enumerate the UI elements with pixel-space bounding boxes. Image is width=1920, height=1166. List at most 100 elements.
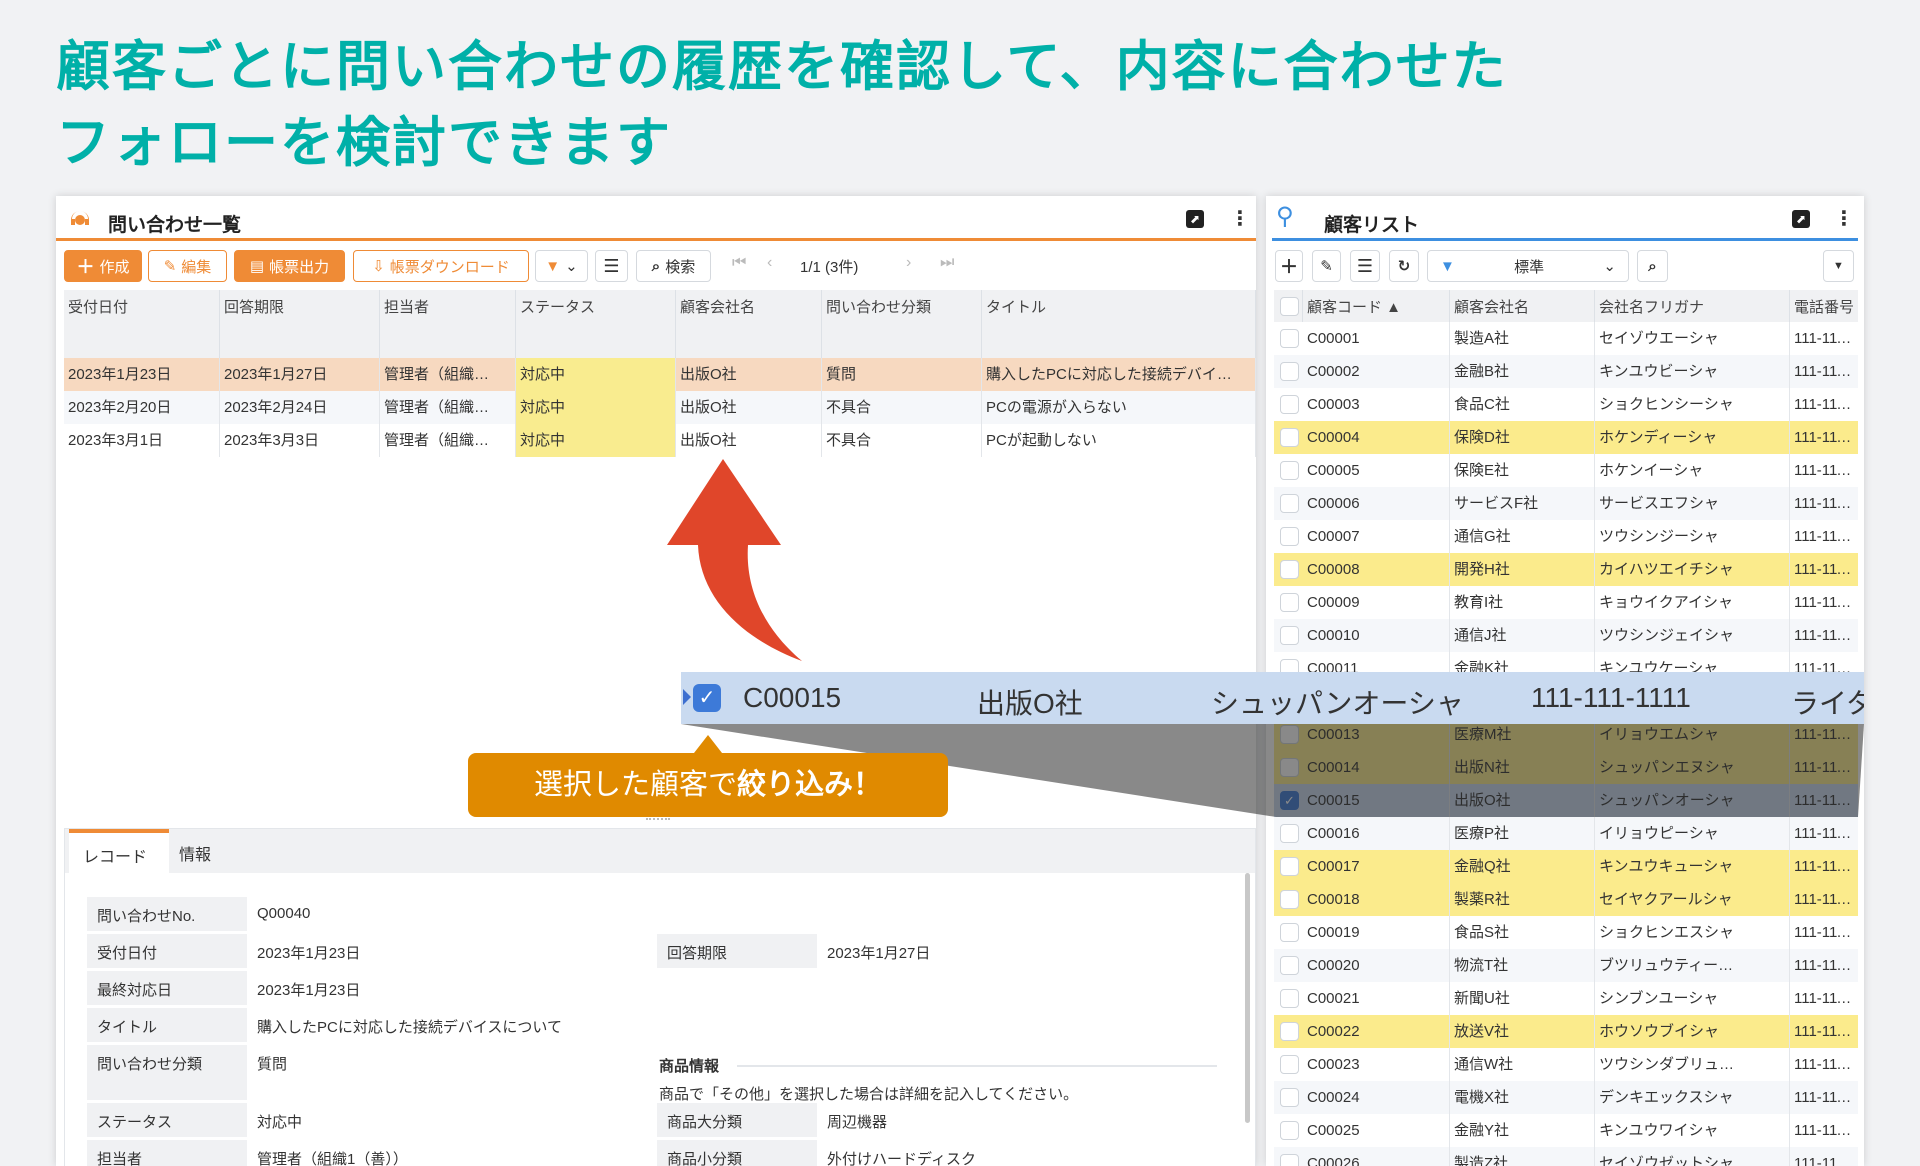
row-checkbox[interactable]	[1280, 890, 1299, 909]
customer-row[interactable]: C00008開発H社カイハツエイチシャ111-111-1111	[1274, 553, 1858, 586]
row-checkbox[interactable]	[1280, 824, 1299, 843]
column-header[interactable]: 電話番号	[1790, 290, 1858, 322]
view-select[interactable]: ▼標準⌄	[1427, 250, 1629, 282]
row-checkbox[interactable]	[1280, 857, 1299, 876]
customer-row[interactable]: C00021新聞U社シンブンユーシャ111-111-1111	[1274, 982, 1858, 1015]
row-checkbox[interactable]	[1280, 461, 1299, 480]
table-cell: セイゾウゼットシャ	[1595, 1147, 1790, 1166]
table-row[interactable]: 2023年3月1日2023年3月3日管理者（組織…対応中出版O社不具合PCが起動…	[64, 424, 1256, 457]
customer-row[interactable]: C00022放送V社ホウソウブイシャ111-111-1111	[1274, 1015, 1858, 1048]
row-checkbox[interactable]	[1280, 725, 1299, 744]
customer-row[interactable]: C00024電機X社デンキエックスシャ111-111-1111	[1274, 1081, 1858, 1114]
row-checkbox[interactable]	[1280, 956, 1299, 975]
customer-row[interactable]: C00001製造A社セイゾウエーシャ111-111-1111	[1274, 322, 1858, 355]
row-checkbox[interactable]	[1280, 1121, 1299, 1140]
table-cell: 購入したPCに対応した接続デバイ…	[982, 358, 1256, 391]
row-checkbox[interactable]	[1280, 758, 1299, 777]
row-checkbox[interactable]	[1280, 1154, 1299, 1166]
row-checkbox[interactable]	[1280, 626, 1299, 645]
edit-button[interactable]: ✎	[1312, 250, 1341, 282]
last-page-icon[interactable]: ⏭	[940, 254, 954, 272]
customer-row[interactable]: C00009教育I社キョウイクアイシャ111-111-1111	[1274, 586, 1858, 619]
tab-record[interactable]: レコード	[69, 829, 169, 873]
expand-icon[interactable]: ⬈	[1792, 210, 1810, 228]
column-header[interactable]: 顧客コード ▲	[1303, 290, 1450, 322]
kebab-menu-icon[interactable]: ⋮	[1230, 206, 1250, 231]
customer-row[interactable]: C00010通信J社ツウシンジェイシャ111-111-1111	[1274, 619, 1858, 652]
checkbox-checked[interactable]: ✓	[1280, 791, 1299, 810]
select-all-checkbox[interactable]	[1280, 297, 1299, 316]
customer-row[interactable]: C00003食品C社ショクヒンシーシャ111-111-1111	[1274, 388, 1858, 421]
column-header[interactable]: タイトル	[982, 290, 1256, 358]
customer-row[interactable]: C00005保険E社ホケンイーシャ111-111-1111	[1274, 454, 1858, 487]
field-value: 2023年1月27日	[827, 934, 930, 971]
report-output-button[interactable]: ▤帳票出力	[234, 250, 345, 282]
table-cell: C00023	[1303, 1048, 1450, 1081]
customer-row[interactable]: C00007通信G社ツウシンジーシャ111-111-1111	[1274, 520, 1858, 553]
edit-button[interactable]: ✎編集	[148, 250, 227, 282]
create-button[interactable]: ＋作成	[64, 250, 142, 282]
splitter-handle[interactable]	[646, 818, 670, 822]
customer-row[interactable]: C00018製薬R社セイヤクアールシャ111-111-1111	[1274, 883, 1858, 916]
row-checkbox[interactable]	[1280, 494, 1299, 513]
row-checkbox[interactable]	[1280, 923, 1299, 942]
search-button[interactable]: ⌕	[1637, 250, 1668, 282]
first-page-icon[interactable]: ⏮	[732, 254, 746, 272]
row-checkbox[interactable]	[1280, 527, 1299, 546]
callout-bold-text: 絞り込み！	[737, 769, 882, 801]
column-header[interactable]: 受付日付	[64, 290, 220, 358]
column-header[interactable]: 回答期限	[220, 290, 380, 358]
column-header[interactable]: 担当者	[380, 290, 516, 358]
column-menu-button[interactable]: ☰	[595, 250, 628, 282]
table-cell: キョウイクアイシャ	[1595, 586, 1790, 619]
report-download-button[interactable]: ⇩帳票ダウンロード	[353, 250, 529, 282]
prev-page-icon[interactable]: ‹	[767, 254, 772, 272]
tab-info[interactable]: 情報	[179, 841, 211, 865]
row-checkbox[interactable]	[1280, 1022, 1299, 1041]
customer-row[interactable]: C00006サービスF社サービスエフシャ111-111-1111	[1274, 487, 1858, 520]
expand-icon[interactable]: ⬈	[1186, 210, 1204, 228]
kebab-menu-icon[interactable]: ⋮	[1834, 206, 1854, 231]
row-checkbox[interactable]	[1280, 428, 1299, 447]
table-cell: C00003	[1303, 388, 1450, 421]
row-checkbox[interactable]	[1280, 1055, 1299, 1074]
row-checkbox[interactable]	[1280, 989, 1299, 1008]
row-checkbox[interactable]	[1280, 395, 1299, 414]
row-checkbox[interactable]	[1280, 593, 1299, 612]
filter-dropdown[interactable]: ▼⌄	[535, 250, 588, 282]
customer-row[interactable]: C00025金融Y社キンユウワイシャ111-111-1111	[1274, 1114, 1858, 1147]
customer-row[interactable]: C00014出版N社シュッパンエヌシャ111-111-1111	[1274, 751, 1858, 784]
column-header[interactable]: ステータス	[516, 290, 676, 358]
row-checkbox[interactable]	[1280, 362, 1299, 381]
column-header[interactable]: 問い合わせ分類	[822, 290, 982, 358]
add-button[interactable]: ＋	[1275, 250, 1303, 282]
customer-row[interactable]: ✓C00015出版O社シュッパンオーシャ111-111-1111	[1274, 784, 1858, 817]
table-cell: キンユウビーシャ	[1595, 355, 1790, 388]
customer-row[interactable]: C00004保険D社ホケンディーシャ111-111-1111	[1274, 421, 1858, 454]
column-menu-button[interactable]: ☰	[1350, 250, 1380, 282]
row-checkbox[interactable]	[1280, 329, 1299, 348]
detail-scrollbar[interactable]	[1245, 873, 1250, 1123]
column-header[interactable]: 会社名フリガナ	[1595, 290, 1790, 322]
table-row[interactable]: 2023年2月20日2023年2月24日管理者（組織…対応中出版O社不具合PCの…	[64, 391, 1256, 424]
table-cell: 対応中	[516, 391, 676, 424]
row-checkbox[interactable]	[1280, 560, 1299, 579]
customer-row[interactable]: C00026製造Z社セイゾウゼットシャ111-111-1111	[1274, 1147, 1858, 1166]
customer-row[interactable]: C00019食品S社ショクヒンエスシャ111-111-1111	[1274, 916, 1858, 949]
options-dropdown[interactable]: ▼	[1823, 250, 1854, 282]
customer-row[interactable]: C00002金融B社キンユウビーシャ111-111-1111	[1274, 355, 1858, 388]
table-cell: 111-111-1111	[1790, 751, 1858, 784]
customer-row[interactable]: C00016医療P社イリョウピーシャ111-111-1111	[1274, 817, 1858, 850]
table-row[interactable]: 2023年1月23日2023年1月27日管理者（組織…対応中出版O社質問購入した…	[64, 358, 1256, 391]
search-button[interactable]: ⌕検索	[636, 250, 711, 282]
table-cell: 通信W社	[1450, 1048, 1595, 1081]
customer-row[interactable]: C00020物流T社ブツリュウティー…111-111-1111	[1274, 949, 1858, 982]
refresh-button[interactable]: ↻	[1389, 250, 1419, 282]
customer-row[interactable]: C00023通信W社ツウシンダブリュ…111-111-1111	[1274, 1048, 1858, 1081]
customer-row[interactable]: C00017金融Q社キンユウキューシャ111-111-1111	[1274, 850, 1858, 883]
table-cell: 111-111-1111	[1790, 883, 1858, 916]
column-header[interactable]: 顧客会社名	[1450, 290, 1595, 322]
next-page-icon[interactable]: ›	[906, 254, 911, 272]
row-checkbox[interactable]	[1280, 1088, 1299, 1107]
column-header[interactable]: 顧客会社名	[676, 290, 822, 358]
